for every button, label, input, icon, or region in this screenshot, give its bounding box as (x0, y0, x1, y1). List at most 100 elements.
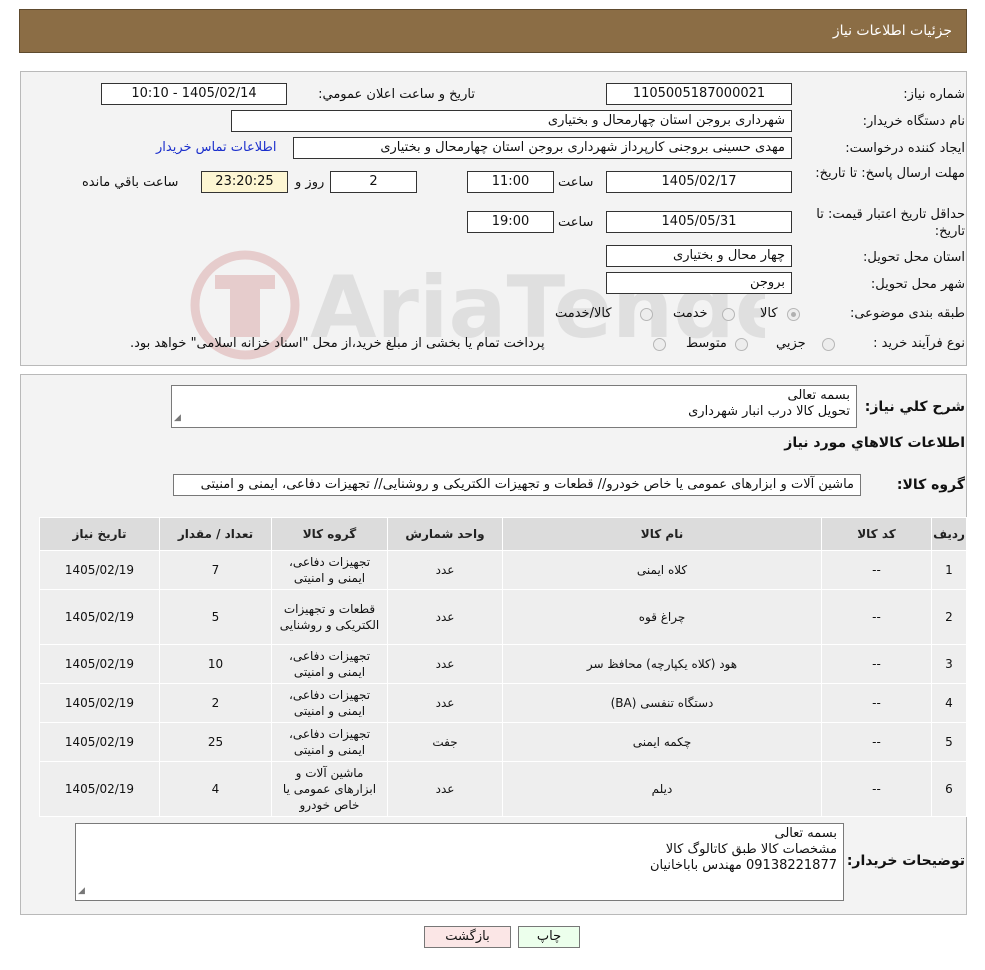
cell-row-number: 3 (931, 644, 967, 684)
validity-date-field: 1405/05/31 (606, 211, 792, 233)
table-row: 6 -- دیلم عدد ماشین آلات و ابزارهای عموم… (39, 761, 967, 817)
buyer-org-label: نام دستگاه خريدار: (862, 114, 965, 129)
announce-datetime-field: 1405/02/14 - 10:10 (101, 83, 287, 105)
cell-group: تجهیزات دفاعی، ایمنی و امنیتی (271, 722, 388, 762)
validity-time-label: ساعت (558, 215, 594, 230)
description-textarea[interactable]: بسمه تعالی تحویل کالا درب انبار شهرداری … (171, 385, 857, 428)
goods-section-title: اطلاعات كالاهاي مورد نياز (784, 435, 965, 451)
cell-name: دیلم (502, 761, 822, 817)
resize-grip-icon[interactable]: ◢ (174, 410, 181, 426)
cell-quantity: 2 (159, 683, 272, 723)
description-line-1: بسمه تعالی (787, 388, 850, 403)
reply-deadline-label: مهلت ارسال پاسخ: تا تاريخ: (815, 166, 965, 181)
cell-date: 1405/02/19 (39, 644, 160, 684)
description-label: شرح كلي نياز: (864, 399, 965, 415)
cell-unit: عدد (387, 589, 503, 645)
category-option-goods-service: کالا/خدمت (555, 306, 612, 321)
col-header-unit: واحد شمارش (387, 517, 503, 551)
cell-name: چکمه ایمنی (502, 722, 822, 762)
cell-name: چراغ قوه (502, 589, 822, 645)
table-row: 3 -- هود (کلاه یکپارچه) محافظ سر عدد تجه… (39, 644, 967, 684)
city-field: بروجن (606, 272, 792, 294)
cell-date: 1405/02/19 (39, 683, 160, 723)
cell-unit: عدد (387, 550, 503, 590)
col-header-date: تاريخ نياز (39, 517, 160, 551)
table-row: 1 -- کلاه ایمنی عدد تجهیزات دفاعی، ایمنی… (39, 550, 967, 590)
cell-code: -- (821, 589, 932, 645)
cell-row-number: 4 (931, 683, 967, 723)
payment-note: پرداخت تمام يا بخشی از مبلغ خريد،از محل … (130, 336, 545, 351)
reply-date-field: 1405/02/17 (606, 171, 792, 193)
cell-name: کلاه ایمنی (502, 550, 822, 590)
cell-quantity: 10 (159, 644, 272, 684)
validity-time-field: 19:00 (467, 211, 554, 233)
process-label: نوع فرآيند خريد : (873, 336, 965, 351)
cell-code: -- (821, 761, 932, 817)
need-number-label: شماره نیاز: (903, 87, 965, 102)
col-header-name: نام کالا (502, 517, 822, 551)
cell-code: -- (821, 644, 932, 684)
cell-date: 1405/02/19 (39, 722, 160, 762)
page-title-bar: جزئیات اطلاعات نیاز (19, 9, 967, 53)
cell-unit: عدد (387, 761, 503, 817)
category-radio-service[interactable] (722, 308, 735, 321)
reply-time-label: ساعت (558, 175, 594, 190)
cell-date: 1405/02/19 (39, 589, 160, 645)
cell-name: هود (کلاه یکپارچه) محافظ سر (502, 644, 822, 684)
creator-field: مهدی حسینی بروجنی کارپرداز شهرداری بروجن… (293, 137, 792, 159)
category-option-service: خدمت (673, 306, 708, 321)
goods-table: رديف کد کالا نام کالا واحد شمارش گروه کا… (39, 517, 967, 817)
creator-label: ايجاد کننده درخواست: (845, 141, 965, 156)
col-header-code: کد کالا (821, 517, 932, 551)
goods-group-label: گروه کالا: (896, 477, 965, 493)
city-label: شهر محل تحويل: (870, 277, 965, 292)
cell-group: تجهیزات دفاعی، ایمنی و امنیتی (271, 683, 388, 723)
cell-row-number: 2 (931, 589, 967, 645)
cell-group: ماشین آلات و ابزارهای عمومی یا خاص خودرو (271, 761, 388, 817)
category-radio-goods-service[interactable] (640, 308, 653, 321)
buyer-notes-line-1: بسمه تعالی (774, 826, 837, 841)
process-option-minor: جزیي (776, 336, 806, 351)
resize-grip-icon[interactable]: ◢ (78, 883, 85, 899)
buyer-notes-textarea[interactable]: بسمه تعالی مشخصات کالا طبق کاتالوگ کالا … (75, 823, 844, 901)
table-row: 5 -- چکمه ایمنی جفت تجهیزات دفاعی، ایمنی… (39, 722, 967, 762)
buyer-notes-line-2: مشخصات کالا طبق کاتالوگ کالا (665, 842, 837, 857)
cell-date: 1405/02/19 (39, 761, 160, 817)
need-number-field: 1105005187000021 (606, 83, 792, 105)
process-option-medium: متوسط (686, 336, 727, 351)
cell-unit: جفت (387, 722, 503, 762)
cell-date: 1405/02/19 (39, 550, 160, 590)
validity-label: حداقل تاريخ اعتبار قيمت: تا تاريخ: (816, 207, 965, 239)
category-option-goods: کالا (760, 306, 778, 321)
table-row: 2 -- چراغ قوه عدد قطعات و تجهیزات الکتری… (39, 589, 967, 645)
cell-unit: عدد (387, 683, 503, 723)
cell-quantity: 25 (159, 722, 272, 762)
goods-group-field: ماشین آلات و ابزارهای عمومی یا خاص خودرو… (173, 474, 861, 496)
process-radio-medium[interactable] (735, 338, 748, 351)
col-header-quantity: تعداد / مقدار (159, 517, 272, 551)
announce-label: تاریخ و ساعت اعلان عمومي: (318, 87, 475, 102)
cell-group: تجهیزات دفاعی، ایمنی و امنیتی (271, 644, 388, 684)
cell-row-number: 1 (931, 550, 967, 590)
remaining-time-field: 23:20:25 (201, 171, 288, 193)
cell-quantity: 5 (159, 589, 272, 645)
cell-row-number: 6 (931, 761, 967, 817)
description-line-2: تحویل کالا درب انبار شهرداری (688, 404, 850, 419)
cell-group: تجهیزات دفاعی، ایمنی و امنیتی (271, 550, 388, 590)
category-radio-goods[interactable] (787, 308, 800, 321)
print-button[interactable]: چاپ (518, 926, 580, 948)
payment-note-checkbox[interactable] (653, 338, 666, 351)
cell-unit: عدد (387, 644, 503, 684)
buyer-contact-link[interactable]: اطلاعات تماس خريدار (156, 140, 276, 155)
table-row: 4 -- دستگاه تنفسی (BA) عدد تجهیزات دفاعی… (39, 683, 967, 723)
process-radio-minor[interactable] (822, 338, 835, 351)
back-button[interactable]: بازگشت (424, 926, 511, 948)
cell-group: قطعات و تجهیزات الکتریکی و روشنایی (271, 589, 388, 645)
buyer-org-field: شهرداری بروجن استان چهارمحال و بختیاری (231, 110, 792, 132)
cell-code: -- (821, 683, 932, 723)
buyer-notes-label: توضيحات خريدار: (846, 853, 965, 869)
col-header-group: گروه کالا (271, 517, 388, 551)
cell-name: دستگاه تنفسی (BA) (502, 683, 822, 723)
cell-code: -- (821, 550, 932, 590)
days-label: روز و (295, 175, 325, 190)
